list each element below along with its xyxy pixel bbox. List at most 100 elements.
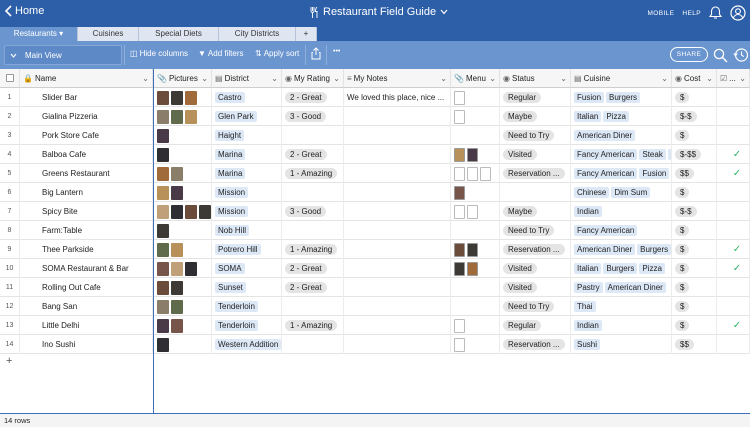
picture-thumbnail[interactable] [157,318,169,333]
column-header-cuisine[interactable]: ▤ Cuisine ⌄ [571,69,672,88]
cell-pictures[interactable] [154,183,212,202]
cell-menu[interactable] [451,164,500,183]
cell-cost[interactable]: $ [672,183,717,202]
chevron-down-icon[interactable]: ⌄ [489,74,496,83]
picture-thumbnail[interactable] [171,299,183,314]
picture-thumbnail[interactable] [157,223,169,238]
cell-status[interactable]: Visited [500,278,571,297]
share-button[interactable]: SHARE [670,47,708,62]
picture-thumbnail[interactable] [157,166,169,181]
hide-columns-button[interactable]: ◫ Hide columns [130,49,188,58]
cell-status[interactable]: Regular [500,88,571,107]
cell-status[interactable]: Regular [500,316,571,335]
cell-pictures[interactable] [154,107,212,126]
cell-rating[interactable]: 1 - Amazing [282,240,344,259]
cell-menu[interactable] [451,145,500,164]
cell-rating[interactable]: 3 - Good [282,107,344,126]
tab-city-districts[interactable]: City Districts [219,27,296,41]
picture-thumbnail[interactable] [157,337,169,352]
column-header-rating[interactable]: ◉ My Rating ⌄ [282,69,344,88]
cell-rating[interactable] [282,221,344,240]
cell-menu[interactable] [451,107,500,126]
picture-thumbnail[interactable] [157,280,169,295]
menu-attachment[interactable] [454,204,465,219]
view-switcher[interactable]: Main View [4,45,122,65]
column-header-num[interactable] [0,69,20,88]
cell-cuisine[interactable]: Pastry American Diner [571,278,672,297]
table-row[interactable]: 10 SOMA Restaurant & Bar SOMA 2 - Great Visi… [0,259,750,278]
cell-visited[interactable] [717,88,750,107]
cell-status[interactable] [500,183,571,202]
picture-thumbnail[interactable] [157,147,169,162]
cell-cuisine[interactable]: Indian [571,316,672,335]
cell-notes[interactable] [344,221,451,240]
cell-pictures[interactable] [154,240,212,259]
cell-cuisine[interactable]: Italian Pizza [571,107,672,126]
tab-cuisines[interactable]: Cuisines [78,27,139,41]
cell-name[interactable]: Little Delhi [20,316,153,335]
cell-district[interactable]: Potrero Hill [212,240,282,259]
cell-cuisine[interactable]: Fancy American [571,221,672,240]
cell-cuisine[interactable]: American Diner [571,126,672,145]
cell-name[interactable]: Bang San [20,297,153,316]
cell-pictures[interactable] [154,316,212,335]
cell-name[interactable]: SOMA Restaurant & Bar [20,259,153,278]
column-header-name[interactable]: 🔒 Name ⌄ [20,69,153,88]
cell-notes[interactable] [344,259,451,278]
cell-cost[interactable]: $ [672,278,717,297]
picture-thumbnail[interactable] [171,166,183,181]
cell-status[interactable]: Maybe [500,202,571,221]
cell-menu[interactable] [451,316,500,335]
picture-thumbnail[interactable] [171,242,183,257]
table-row[interactable]: 1 Slider Bar Castro 2 - Great We loved this … [0,88,750,107]
cell-rating[interactable]: 1 - Amazing [282,164,344,183]
chevron-down-icon[interactable]: ⌄ [333,74,340,83]
mobile-link[interactable]: MOBILE [647,10,674,17]
apply-sort-button[interactable]: ⇅ Apply sort [255,49,299,58]
cell-cuisine[interactable]: American Diner Burgers [571,240,672,259]
cell-rating[interactable] [282,335,344,354]
cell-visited[interactable] [717,278,750,297]
table-row[interactable]: 6 Big Lantern Mission Chinese Dim Sum $ [0,183,750,202]
menu-attachment[interactable] [480,166,491,181]
chevron-down-icon[interactable]: ⌄ [739,74,746,83]
cell-district[interactable]: Glen Park [212,107,282,126]
table-row[interactable]: 13 Little Delhi Tenderloin 1 - Amazing Regul… [0,316,750,335]
cell-notes[interactable] [344,316,451,335]
cell-name[interactable]: Big Lantern [20,183,153,202]
column-header-district[interactable]: ▤ District ⌄ [212,69,282,88]
more-options-button[interactable]: ••• [333,48,340,55]
cell-name[interactable]: Spicy Bite [20,202,153,221]
cell-name[interactable]: Ino Sushi [20,335,153,354]
table-row[interactable]: 9 Thee Parkside Potrero Hill 1 - Amazing Res… [0,240,750,259]
cell-visited[interactable]: ✓ [717,164,750,183]
cell-menu[interactable] [451,202,500,221]
cell-cost[interactable]: $ [672,240,717,259]
table-row[interactable]: 2 Gialina Pizzeria Glen Park 3 - Good Maybe I… [0,107,750,126]
cell-visited[interactable] [717,202,750,221]
menu-attachment[interactable] [467,261,478,276]
chevron-down-icon[interactable]: ⌄ [271,74,278,83]
cell-status[interactable]: Reservation ... [500,240,571,259]
cell-cuisine[interactable]: Italian Burgers Pizza [571,259,672,278]
picture-thumbnail[interactable] [199,204,211,219]
table-row[interactable]: 12 Bang San Tenderloin Need to Try Thai $ [0,297,750,316]
cell-menu[interactable] [451,88,500,107]
column-header-menu[interactable]: 📎 Menu ⌄ [451,69,500,88]
cell-cuisine[interactable]: Fusion Burgers [571,88,672,107]
picture-thumbnail[interactable] [171,318,183,333]
cell-status[interactable]: Need to Try [500,126,571,145]
column-header-status[interactable]: ◉ Status ⌄ [500,69,571,88]
picture-thumbnail[interactable] [157,109,169,124]
picture-thumbnail[interactable] [171,90,183,105]
cell-pictures[interactable] [154,88,212,107]
home-link[interactable]: Home [4,5,44,17]
bell-icon[interactable] [709,6,722,20]
cell-cuisine[interactable]: Thai [571,297,672,316]
table-row[interactable]: 5 Greens Restaurant Marina 1 - Amazing Reser… [0,164,750,183]
cell-cost[interactable]: $ [672,221,717,240]
picture-thumbnail[interactable] [157,185,169,200]
cell-name[interactable]: Thee Parkside [20,240,153,259]
cell-notes[interactable] [344,335,451,354]
cell-pictures[interactable] [154,221,212,240]
